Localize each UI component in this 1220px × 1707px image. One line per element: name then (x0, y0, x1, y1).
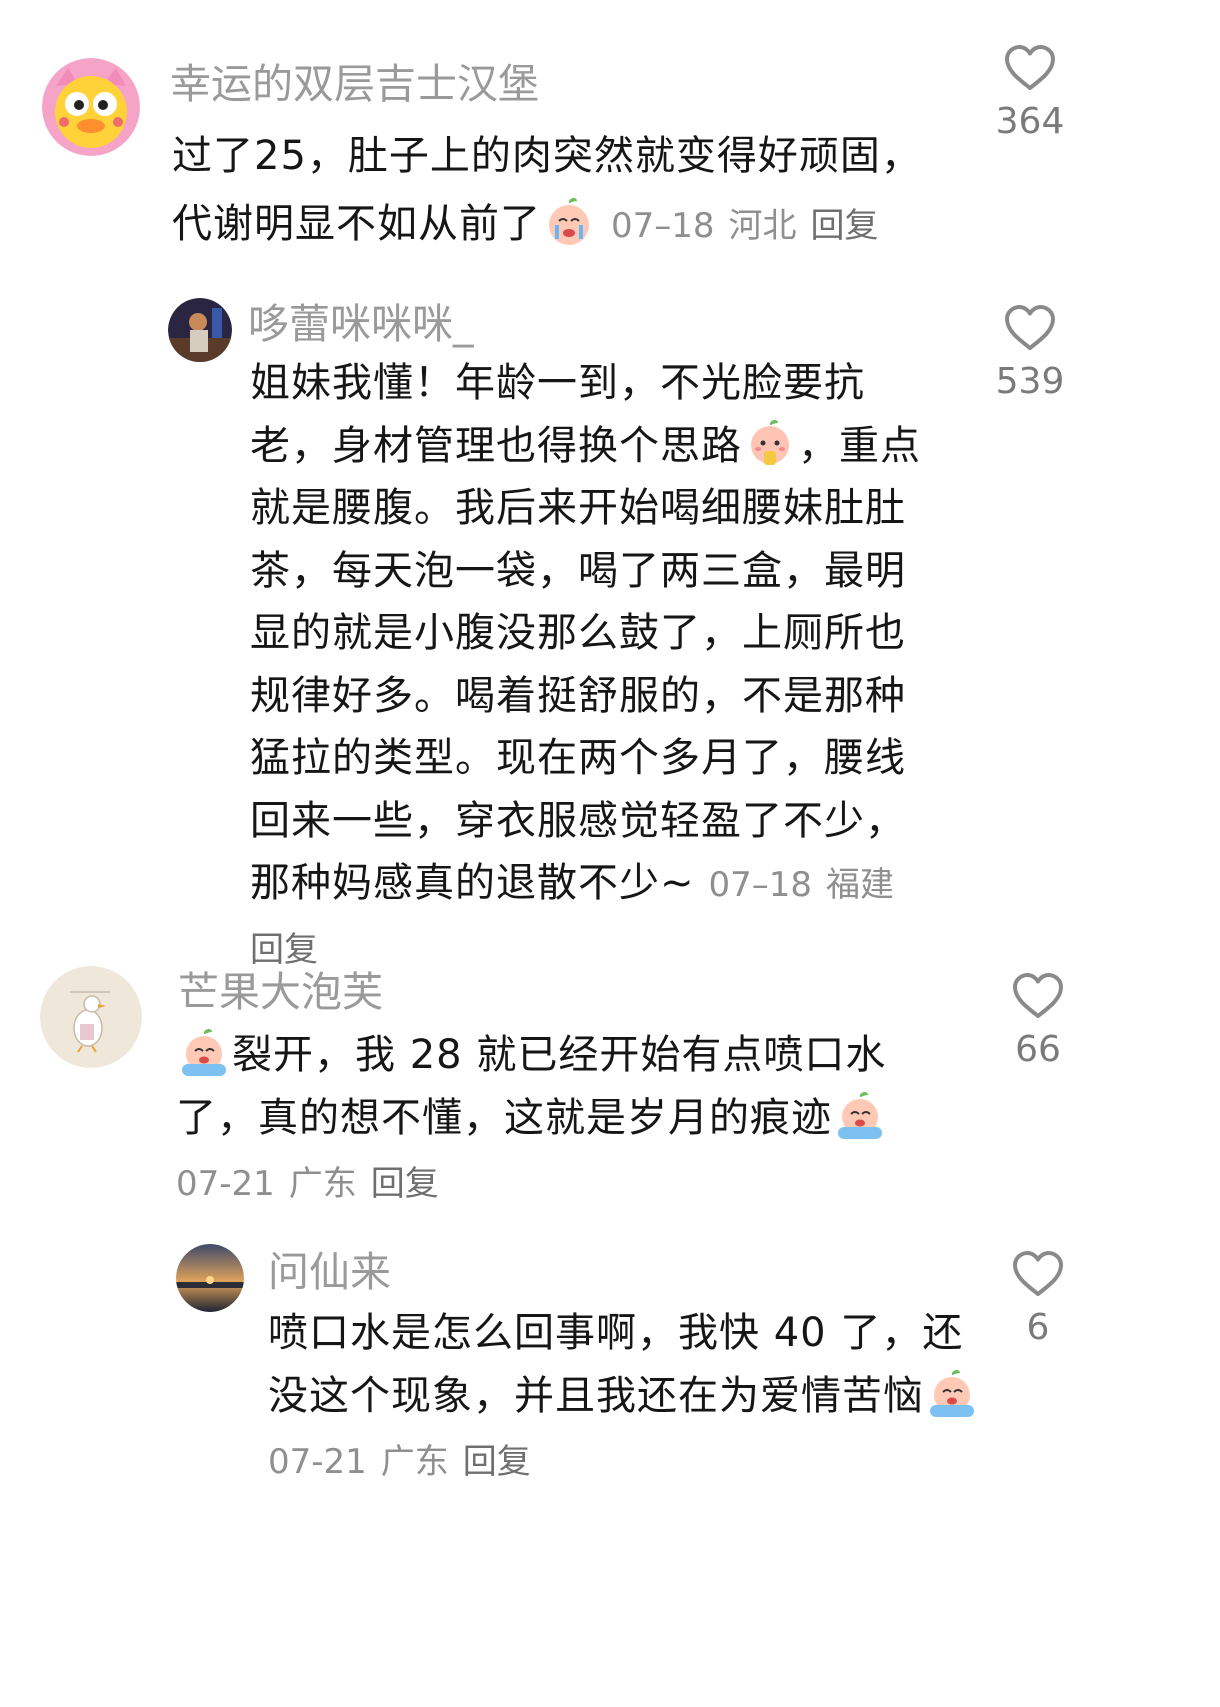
avatar[interactable] (176, 1244, 244, 1312)
like-button[interactable]: 6 (968, 1250, 1108, 1350)
comment-location: 福建 (826, 865, 895, 905)
comment-date: 07-21 (176, 1164, 275, 1204)
like-count: 539 (995, 361, 1065, 402)
avatar[interactable] (42, 58, 140, 156)
comment-date: 07-21 (268, 1442, 367, 1482)
comment-text: 裂开，我 28 就已经开始有点喷口水了，真的想不懂，这就是岁月的痕迹 (176, 1024, 916, 1150)
heart-icon (1013, 973, 1063, 1018)
like-count: 364 (995, 101, 1065, 142)
like-count: 66 (1015, 1029, 1061, 1070)
peach-drinking-emoji-icon (744, 417, 796, 469)
heart-icon (1005, 305, 1055, 350)
username[interactable]: 哆蕾咪咪咪_ (248, 300, 474, 348)
comment-date: 07–18 (708, 865, 813, 905)
crying-peach-emoji-icon (178, 1026, 230, 1078)
comment-text: 喷口水是怎么回事啊，我快 40 了，还没这个现象，并且我还在为爱情苦恼 (268, 1302, 988, 1428)
comment-meta: 07-21 广东 回复 (176, 1162, 453, 1206)
comment-date: 07–18 (611, 206, 715, 246)
username[interactable]: 幸运的双层吉士汉堡 (170, 60, 539, 108)
crying-peach-emoji-icon (543, 195, 595, 247)
reply-button[interactable]: 回复 (811, 206, 879, 246)
comment-location: 广东 (288, 1164, 357, 1204)
avatar[interactable] (40, 966, 142, 1068)
comment-meta: 07-21 广东 回复 (268, 1440, 545, 1484)
crying-peach-emoji-icon (834, 1089, 886, 1141)
comment-location: 河北 (728, 206, 797, 246)
heart-icon (1013, 1251, 1063, 1296)
comment-text: 过了25，肚子上的肉突然就变得好顽固，代谢明显不如从前了 07–18 河北 回复 (172, 122, 932, 260)
reply-button[interactable]: 回复 (250, 930, 318, 970)
like-button[interactable]: 66 (968, 972, 1108, 1072)
avatar[interactable] (168, 298, 232, 362)
reply-button[interactable]: 回复 (371, 1164, 439, 1204)
goose-avatar-icon (40, 966, 142, 1068)
comment-body-part2: ，重点就是腰腹。我后来开始喝细腰妹肚肚茶，每天泡一袋，喝了两三盒，最明显的就是小… (250, 422, 921, 907)
sunset-avatar-icon (176, 1244, 244, 1312)
heart-icon (1005, 45, 1055, 90)
username[interactable]: 问仙来 (268, 1248, 391, 1296)
comment-location: 广东 (380, 1442, 449, 1482)
comment-body: 裂开，我 28 就已经开始有点喷口水了，真的想不懂，这就是岁月的痕迹 (176, 1032, 887, 1141)
username[interactable]: 芒果大泡芙 (178, 968, 383, 1016)
like-button[interactable]: 364 (960, 44, 1100, 144)
duck-avatar-icon (42, 58, 140, 156)
comment-body: 喷口水是怎么回事啊，我快 40 了，还没这个现象，并且我还在为爱情苦恼 (268, 1310, 964, 1419)
comment-text: 姐妹我懂！年龄一到，不光脸要抗老，身材管理也得换个思路 ，重点就是腰腹。我后来开始… (250, 352, 930, 981)
like-button[interactable]: 539 (960, 304, 1100, 404)
crying-peach-emoji-icon (926, 1367, 978, 1419)
reply-button[interactable]: 回复 (463, 1442, 531, 1482)
person-avatar-icon (168, 298, 232, 362)
like-count: 6 (1026, 1307, 1050, 1348)
